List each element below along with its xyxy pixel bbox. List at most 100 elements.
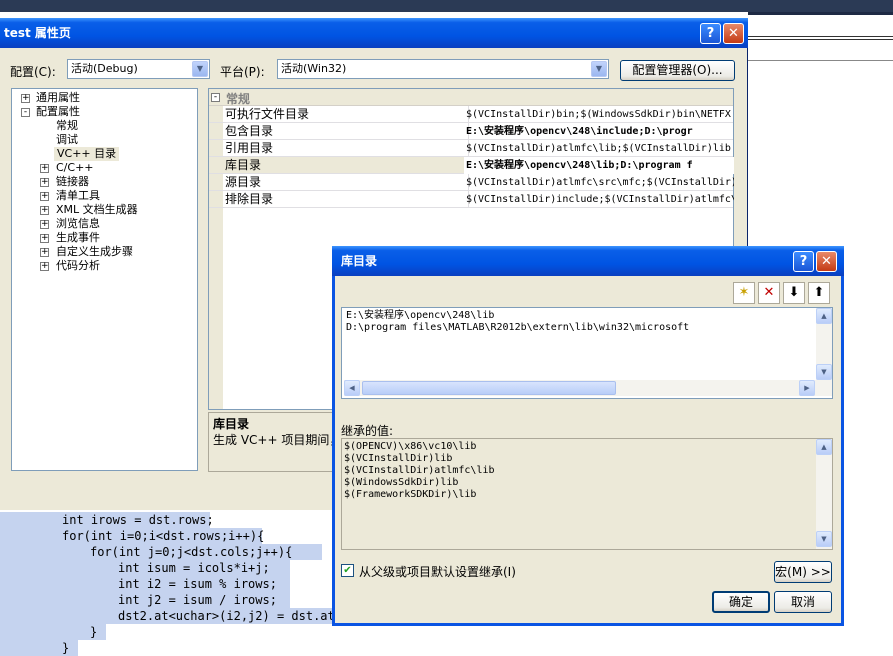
tree-item-browse-info[interactable]: 浏览信息 — [56, 217, 100, 231]
dialog-title: 库目录 — [341, 254, 378, 268]
grid-category[interactable]: - 常规 — [209, 89, 733, 106]
chevron-down-icon[interactable]: ▼ — [192, 61, 208, 77]
close-icon: ✕ — [821, 254, 832, 269]
tree-item-xml-doc[interactable]: XML 文档生成器 — [56, 203, 138, 217]
checkmark-icon: ✔ — [343, 565, 352, 576]
expand-icon[interactable]: + — [40, 262, 49, 271]
expand-icon[interactable]: + — [21, 94, 30, 103]
macro-button[interactable]: 宏(M) >> — [774, 561, 832, 583]
directory-list-editor[interactable]: E:\安装程序\opencv\248\lib D:\program files\… — [341, 307, 833, 399]
tree-item-config-props[interactable]: 配置属性 — [36, 105, 80, 119]
ide-title-bar — [0, 0, 893, 12]
grid-row-value[interactable]: $(VCInstallDir)include;$(VCInstallDir)at… — [464, 191, 734, 208]
scroll-left-icon[interactable]: ◀ — [344, 380, 360, 396]
ide-panel-edge — [748, 12, 893, 15]
cancel-button[interactable]: 取消 — [774, 591, 832, 613]
new-line-button[interactable]: ✶ — [733, 282, 755, 304]
code-line[interactable]: int irows = dst.rows; — [0, 512, 214, 528]
code-line[interactable]: } — [0, 624, 106, 640]
vertical-scrollbar[interactable]: ▲ ▼ — [816, 308, 832, 396]
grid-row[interactable]: 包含目录 E:\安装程序\opencv\248\include;D:\progr — [209, 123, 733, 140]
delete-button[interactable]: ✕ — [758, 282, 780, 304]
platform-label: 平台(P): — [220, 65, 265, 79]
expand-icon[interactable]: + — [40, 220, 49, 229]
tree-item-manifest-tool[interactable]: 清单工具 — [56, 189, 100, 203]
grid-row[interactable]: 排除目录 $(VCInstallDir)include;$(VCInstallD… — [209, 191, 734, 208]
inherited-value: $(VCInstallDir)lib — [344, 453, 453, 464]
grid-row-value[interactable]: E:\安装程序\opencv\248\include;D:\progr — [464, 123, 734, 140]
expand-icon[interactable]: + — [40, 206, 49, 215]
tree-item-custom-build[interactable]: 自定义生成步骤 — [56, 245, 133, 259]
scroll-up-icon[interactable]: ▲ — [816, 308, 832, 324]
ide-panel-divider — [748, 60, 893, 61]
inherited-value: $(WindowsSdkDir)lib — [344, 477, 459, 488]
scroll-down-icon[interactable]: ▼ — [816, 531, 832, 547]
tree-item-vc-directories[interactable]: VC++ 目录 — [54, 147, 120, 161]
inherited-value: $(OPENCV)\x86\vc10\lib — [344, 441, 477, 452]
grid-row-name: 可执行文件目录 — [223, 106, 469, 123]
code-line[interactable]: int isum = icols*i+j; — [0, 560, 290, 576]
new-folder-icon: ✶ — [738, 285, 750, 300]
grid-row[interactable]: 源目录 $(VCInstallDir)atlmfc\src\mfc;$(VCIn… — [209, 174, 734, 191]
scroll-down-icon[interactable]: ▼ — [816, 364, 832, 380]
property-pages-title-bar[interactable]: test 属性页 — [0, 18, 748, 48]
tree-item-common-props[interactable]: 通用属性 — [36, 91, 80, 105]
scroll-up-icon[interactable]: ▲ — [816, 439, 832, 455]
config-tree: + 通用属性 - 配置属性 常规 调试 VC++ 目录 + C/C++ + 链接… — [11, 88, 198, 471]
library-directories-dialog: 库目录 ? ✕ ✶ ✕ ⬇ ⬆ E:\安装程序\opencv\248\lib D… — [332, 246, 844, 626]
move-down-button[interactable]: ⬇ — [783, 282, 805, 304]
inherit-checkbox-label[interactable]: 从父级或项目默认设置继承(I) — [359, 563, 516, 580]
grid-row-value[interactable]: $(VCInstallDir)atlmfc\lib;$(VCInstallDir… — [464, 140, 734, 157]
grid-row-name: 排除目录 — [223, 191, 469, 208]
chevron-down-icon[interactable]: ▼ — [591, 61, 607, 77]
collapse-icon[interactable]: - — [21, 108, 30, 117]
move-up-button[interactable]: ⬆ — [808, 282, 830, 304]
inherited-values-label: 继承的值: — [341, 424, 394, 438]
code-line[interactable]: } — [0, 640, 78, 656]
code-line[interactable]: int j2 = isum / irows; — [0, 592, 290, 608]
directory-entry[interactable]: E:\安装程序\opencv\248\lib — [346, 310, 494, 322]
collapse-icon[interactable]: - — [211, 93, 220, 102]
grid-row-value[interactable]: $(VCInstallDir)bin;$(WindowsSdkDir)bin\N… — [464, 106, 734, 123]
tree-item-debugging[interactable]: 调试 — [56, 133, 78, 147]
grid-row-value[interactable]: $(VCInstallDir)atlmfc\src\mfc;$(VCInstal… — [464, 174, 734, 191]
scroll-right-icon[interactable]: ▶ — [799, 380, 815, 396]
grid-row[interactable]: 引用目录 $(VCInstallDir)atlmfc\lib;$(VCInsta… — [209, 140, 733, 157]
config-select[interactable]: 活动(Debug) ▼ — [67, 59, 210, 79]
expand-icon[interactable]: + — [40, 178, 49, 187]
grid-row[interactable]: 可执行文件目录 $(VCInstallDir)bin;$(WindowsSdkD… — [209, 106, 733, 123]
ok-button[interactable]: 确定 — [712, 591, 770, 613]
platform-select[interactable]: 活动(Win32) ▼ — [277, 59, 609, 79]
vertical-scrollbar[interactable]: ▲ ▼ — [816, 439, 832, 549]
horizontal-scrollbar[interactable]: ◀ ▶ — [344, 380, 816, 396]
tree-item-general[interactable]: 常规 — [56, 119, 78, 133]
grid-row-selected[interactable]: 库目录 E:\安装程序\opencv\248\lib;D:\program f — [209, 157, 734, 174]
code-line[interactable]: dst2.at<uchar>(i2,j2) = dst.at< — [0, 608, 334, 624]
tree-item-code-analysis[interactable]: 代码分析 — [56, 259, 100, 273]
config-manager-button[interactable]: 配置管理器(O)... — [620, 60, 735, 81]
close-button[interactable]: ✕ — [723, 23, 744, 44]
expand-icon[interactable]: + — [40, 234, 49, 243]
tree-item-build-events[interactable]: 生成事件 — [56, 231, 100, 245]
code-line[interactable]: for(int j=0;j<dst.cols;j++){ — [0, 544, 322, 560]
expand-icon[interactable]: + — [40, 164, 49, 173]
inherit-checkbox[interactable]: ✔ — [341, 564, 354, 577]
platform-value: 活动(Win32) — [281, 62, 347, 75]
scrollbar-thumb[interactable] — [362, 381, 616, 395]
grid-row-value[interactable]: E:\安装程序\opencv\248\lib;D:\program f — [464, 157, 734, 174]
code-line[interactable]: int i2 = isum % irows; — [0, 576, 290, 592]
dialog-title-bar[interactable]: 库目录 — [332, 246, 844, 276]
inherited-value: $(FrameworkSDKDir)\lib — [344, 489, 477, 500]
grid-category-label: 常规 — [226, 92, 251, 106]
ide-panel-tab-strip — [748, 36, 893, 40]
close-button[interactable]: ✕ — [816, 251, 837, 272]
arrow-up-icon: ⬆ — [813, 285, 825, 300]
expand-icon[interactable]: + — [40, 192, 49, 201]
directory-entry[interactable]: D:\program files\MATLAB\R2012b\extern\li… — [346, 322, 689, 334]
tree-item-c-cpp[interactable]: C/C++ — [56, 161, 94, 175]
help-button[interactable]: ? — [793, 251, 814, 272]
help-button[interactable]: ? — [700, 23, 721, 44]
code-line[interactable]: for(int i=0;i<dst.rows;i++){ — [0, 528, 264, 544]
expand-icon[interactable]: + — [40, 248, 49, 257]
tree-item-linker[interactable]: 链接器 — [56, 175, 89, 189]
